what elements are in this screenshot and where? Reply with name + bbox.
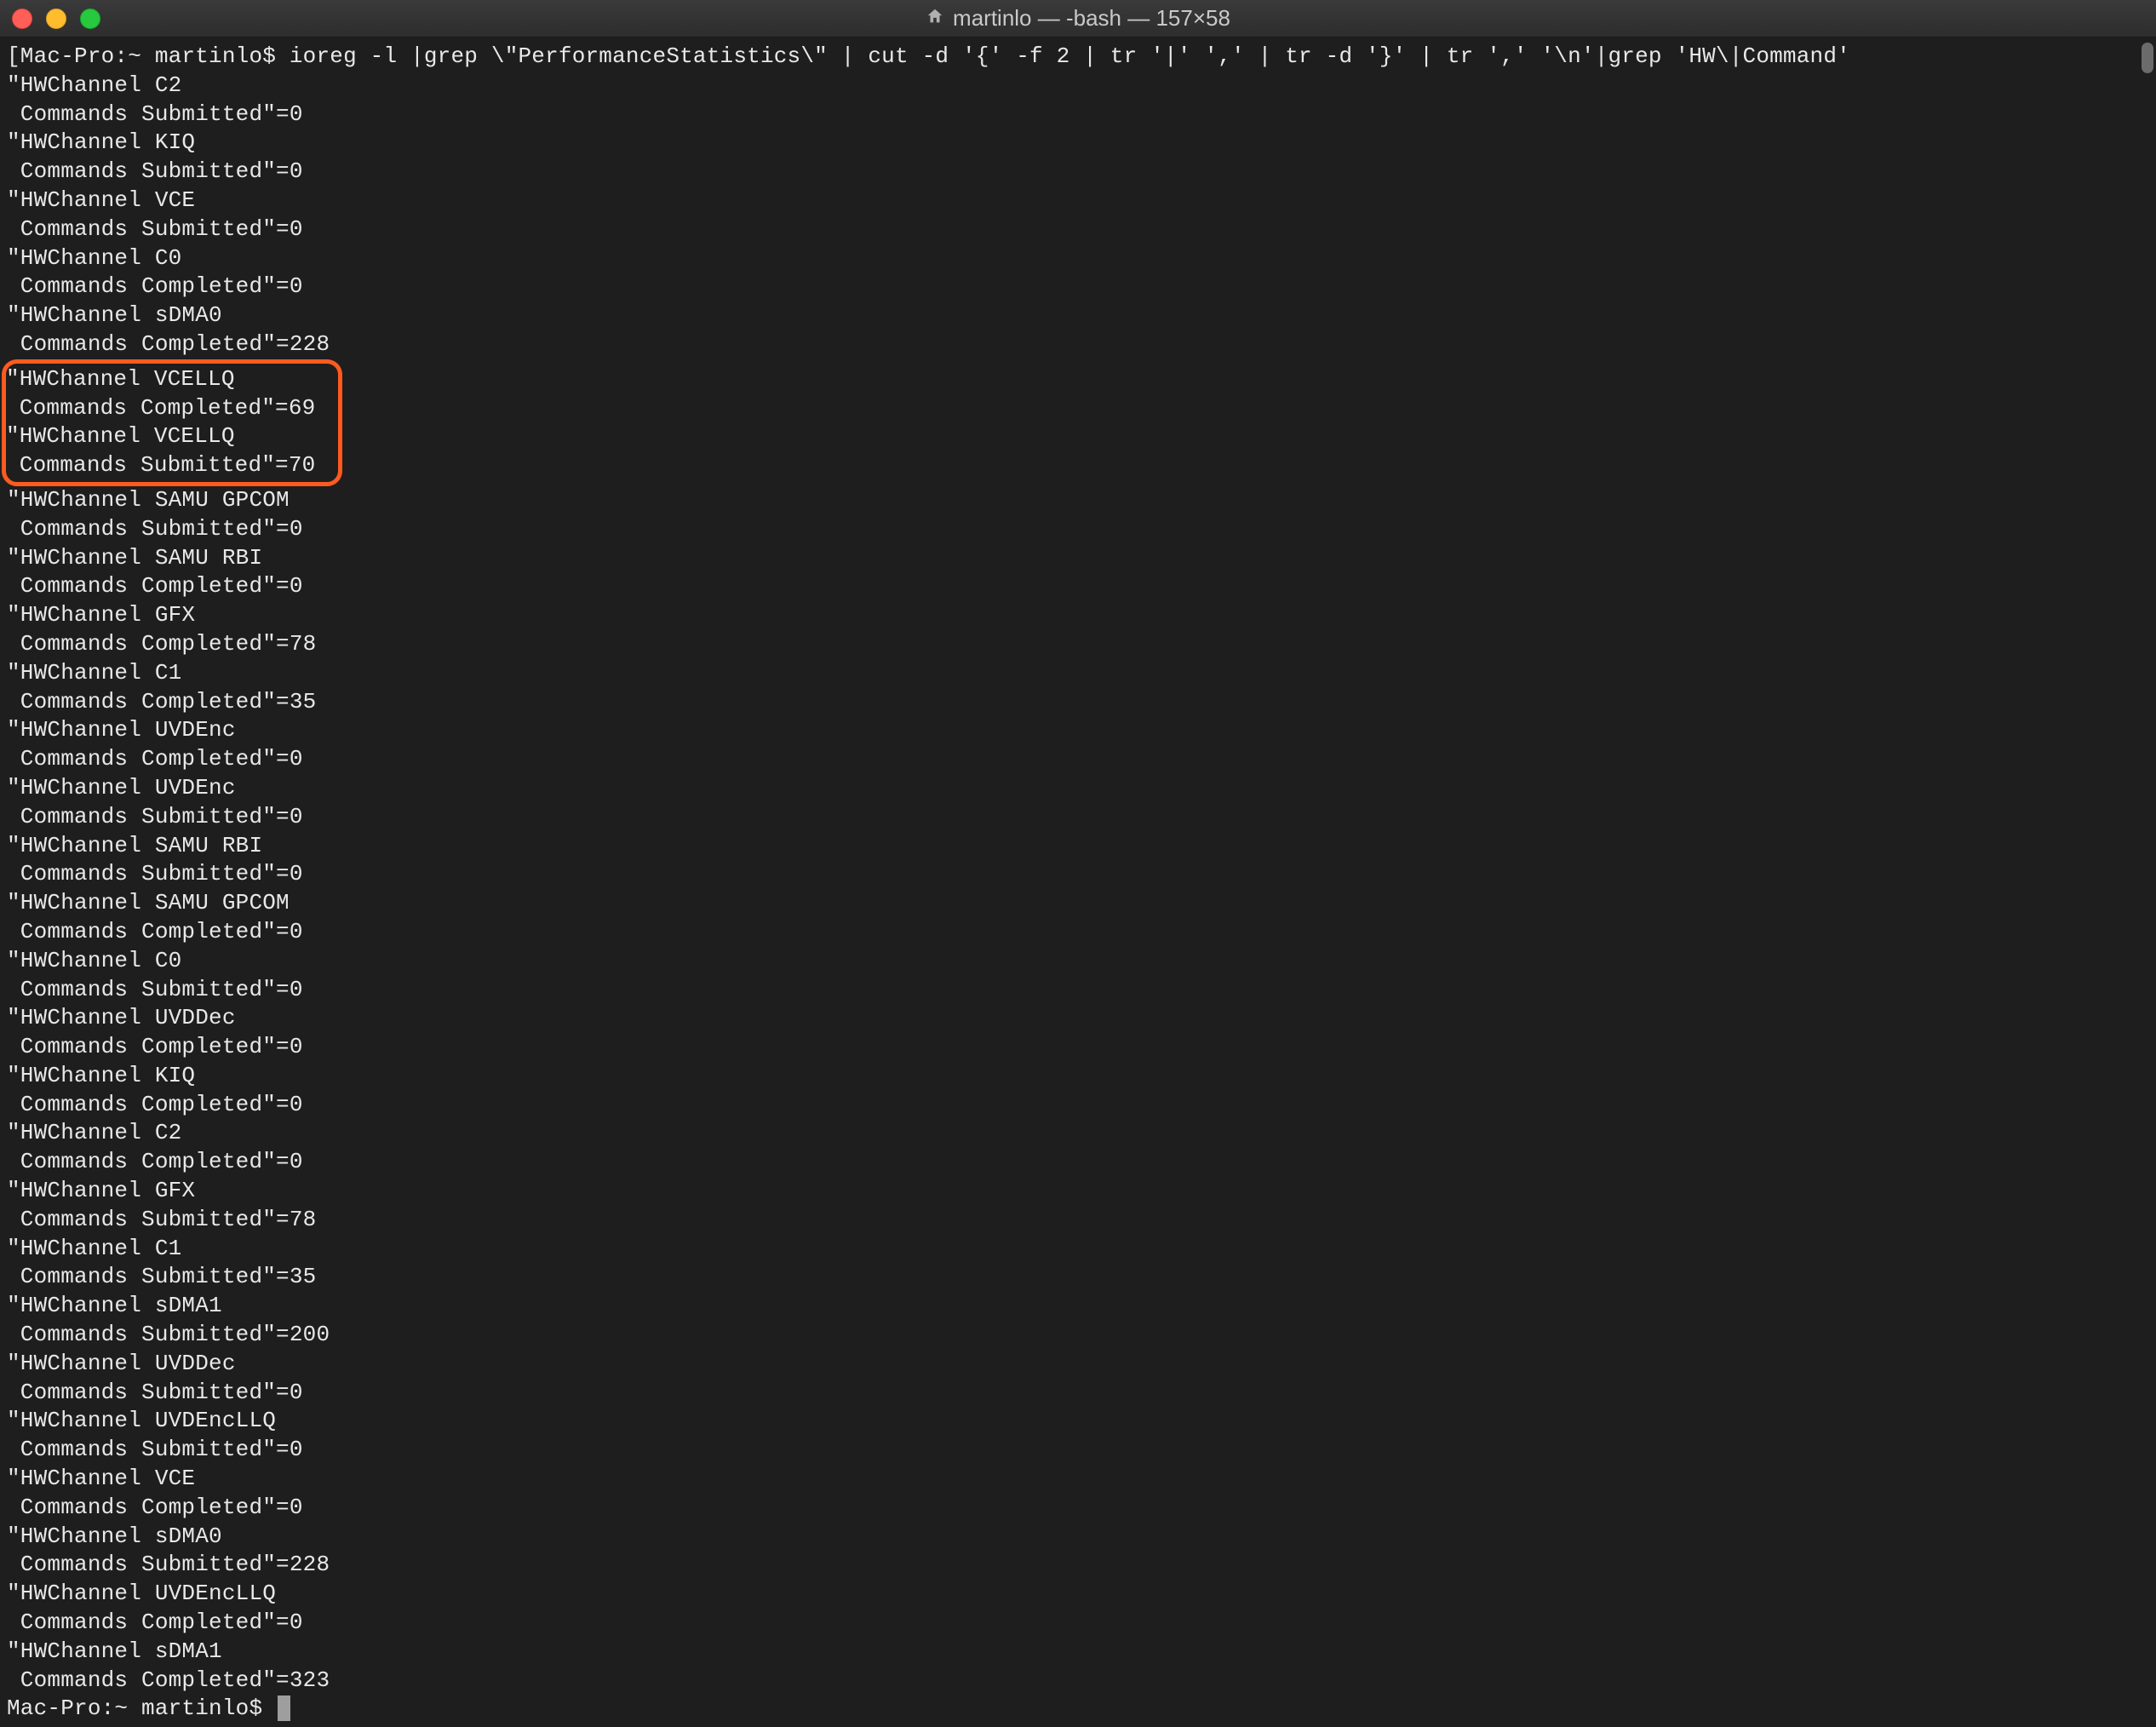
terminal-line-highlighted: Commands Completed"=69	[6, 394, 333, 423]
prompt-line[interactable]: Mac-Pro:~ martinlo$	[7, 1695, 2149, 1724]
terminal-line: "HWChannel VCE	[7, 186, 2149, 215]
terminal-line: Commands Submitted"=0	[7, 100, 2149, 129]
terminal-line: "HWChannel SAMU RBI	[7, 544, 2149, 573]
terminal-line: "HWChannel UVDEnc	[7, 716, 2149, 745]
terminal-line: Commands Completed"=228	[7, 330, 2149, 359]
terminal-line: Commands Submitted"=0	[7, 803, 2149, 832]
terminal-line: "HWChannel sDMA0	[7, 1523, 2149, 1552]
terminal-line: Commands Submitted"=78	[7, 1206, 2149, 1235]
terminal-line: Commands Submitted"=0	[7, 1379, 2149, 1408]
highlight-annotation: "HWChannel VCELLQ Commands Completed"=69…	[2, 359, 342, 486]
traffic-lights	[12, 9, 100, 29]
terminal-line: Commands Completed"=0	[7, 745, 2149, 774]
terminal-line: Commands Submitted"=0	[7, 215, 2149, 244]
terminal-line: Commands Submitted"=200	[7, 1321, 2149, 1350]
terminal-line: "HWChannel C2	[7, 1119, 2149, 1148]
terminal-line: Commands Submitted"=228	[7, 1551, 2149, 1580]
terminal-line: Commands Submitted"=0	[7, 976, 2149, 1005]
terminal-line: "HWChannel sDMA1	[7, 1292, 2149, 1321]
terminal-line: "HWChannel VCE	[7, 1465, 2149, 1494]
terminal-line: Commands Completed"=323	[7, 1667, 2149, 1695]
terminal-line: "HWChannel C2	[7, 72, 2149, 100]
terminal-line: Commands Completed"=0	[7, 918, 2149, 947]
terminal-line: "HWChannel C1	[7, 659, 2149, 688]
terminal-line: "HWChannel C1	[7, 1235, 2149, 1264]
terminal-line: Commands Completed"=35	[7, 688, 2149, 717]
terminal-line: "HWChannel UVDDec	[7, 1350, 2149, 1379]
terminal-line: "HWChannel SAMU GPCOM	[7, 889, 2149, 918]
cursor	[278, 1695, 290, 1721]
terminal-line: "HWChannel KIQ	[7, 129, 2149, 158]
terminal-line: Commands Submitted"=0	[7, 158, 2149, 186]
terminal-line: Commands Completed"=0	[7, 1091, 2149, 1120]
prompt-text: Mac-Pro:~ martinlo$	[7, 1695, 276, 1721]
terminal-line-highlighted: "HWChannel VCELLQ	[6, 365, 333, 394]
terminal-line: Commands Submitted"=0	[7, 1436, 2149, 1465]
terminal-line: "HWChannel C0	[7, 947, 2149, 976]
terminal-line: Commands Completed"=78	[7, 630, 2149, 659]
minimize-window-button[interactable]	[46, 9, 66, 29]
terminal-line: "HWChannel C0	[7, 244, 2149, 273]
terminal-line: Commands Submitted"=35	[7, 1263, 2149, 1292]
terminal-line-highlighted: "HWChannel VCELLQ	[6, 422, 333, 451]
terminal-line: "HWChannel SAMU RBI	[7, 832, 2149, 861]
terminal-line: "HWChannel UVDDec	[7, 1004, 2149, 1033]
terminal-line: "HWChannel UVDEncLLQ	[7, 1407, 2149, 1436]
terminal-line: "HWChannel sDMA0	[7, 301, 2149, 330]
home-icon	[926, 4, 944, 33]
terminal-line-highlighted: Commands Submitted"=70	[6, 451, 333, 480]
terminal-line: Commands Completed"=0	[7, 1033, 2149, 1062]
terminal-line: Commands Submitted"=0	[7, 515, 2149, 544]
prompt-line: [Mac-Pro:~ martinlo$ ioreg -l |grep \"Pe…	[7, 43, 2149, 72]
window-title: martinlo — -bash — 157×58	[0, 4, 2156, 33]
terminal-line: "HWChannel SAMU GPCOM	[7, 486, 2149, 515]
zoom-window-button[interactable]	[80, 9, 100, 29]
terminal-line: "HWChannel UVDEnc	[7, 774, 2149, 803]
scrollbar-track[interactable]	[2142, 43, 2153, 1722]
terminal-output[interactable]: [Mac-Pro:~ martinlo$ ioreg -l |grep \"Pe…	[0, 37, 2156, 1727]
terminal-line: "HWChannel KIQ	[7, 1062, 2149, 1091]
terminal-line: "HWChannel GFX	[7, 601, 2149, 630]
terminal-line: Commands Completed"=0	[7, 1494, 2149, 1523]
terminal-line: Commands Completed"=0	[7, 572, 2149, 601]
terminal-line: Commands Completed"=0	[7, 1148, 2149, 1177]
terminal-line: Commands Completed"=0	[7, 1609, 2149, 1638]
window-titlebar: martinlo — -bash — 157×58	[0, 0, 2156, 37]
scrollbar-thumb[interactable]	[2142, 43, 2153, 73]
terminal-line: "HWChannel sDMA1	[7, 1638, 2149, 1667]
terminal-line: Commands Submitted"=0	[7, 860, 2149, 889]
terminal-line: Commands Completed"=0	[7, 273, 2149, 301]
terminal-line: "HWChannel UVDEncLLQ	[7, 1580, 2149, 1609]
close-window-button[interactable]	[12, 9, 32, 29]
window-title-text: martinlo — -bash — 157×58	[953, 4, 1230, 33]
terminal-line: "HWChannel GFX	[7, 1177, 2149, 1206]
